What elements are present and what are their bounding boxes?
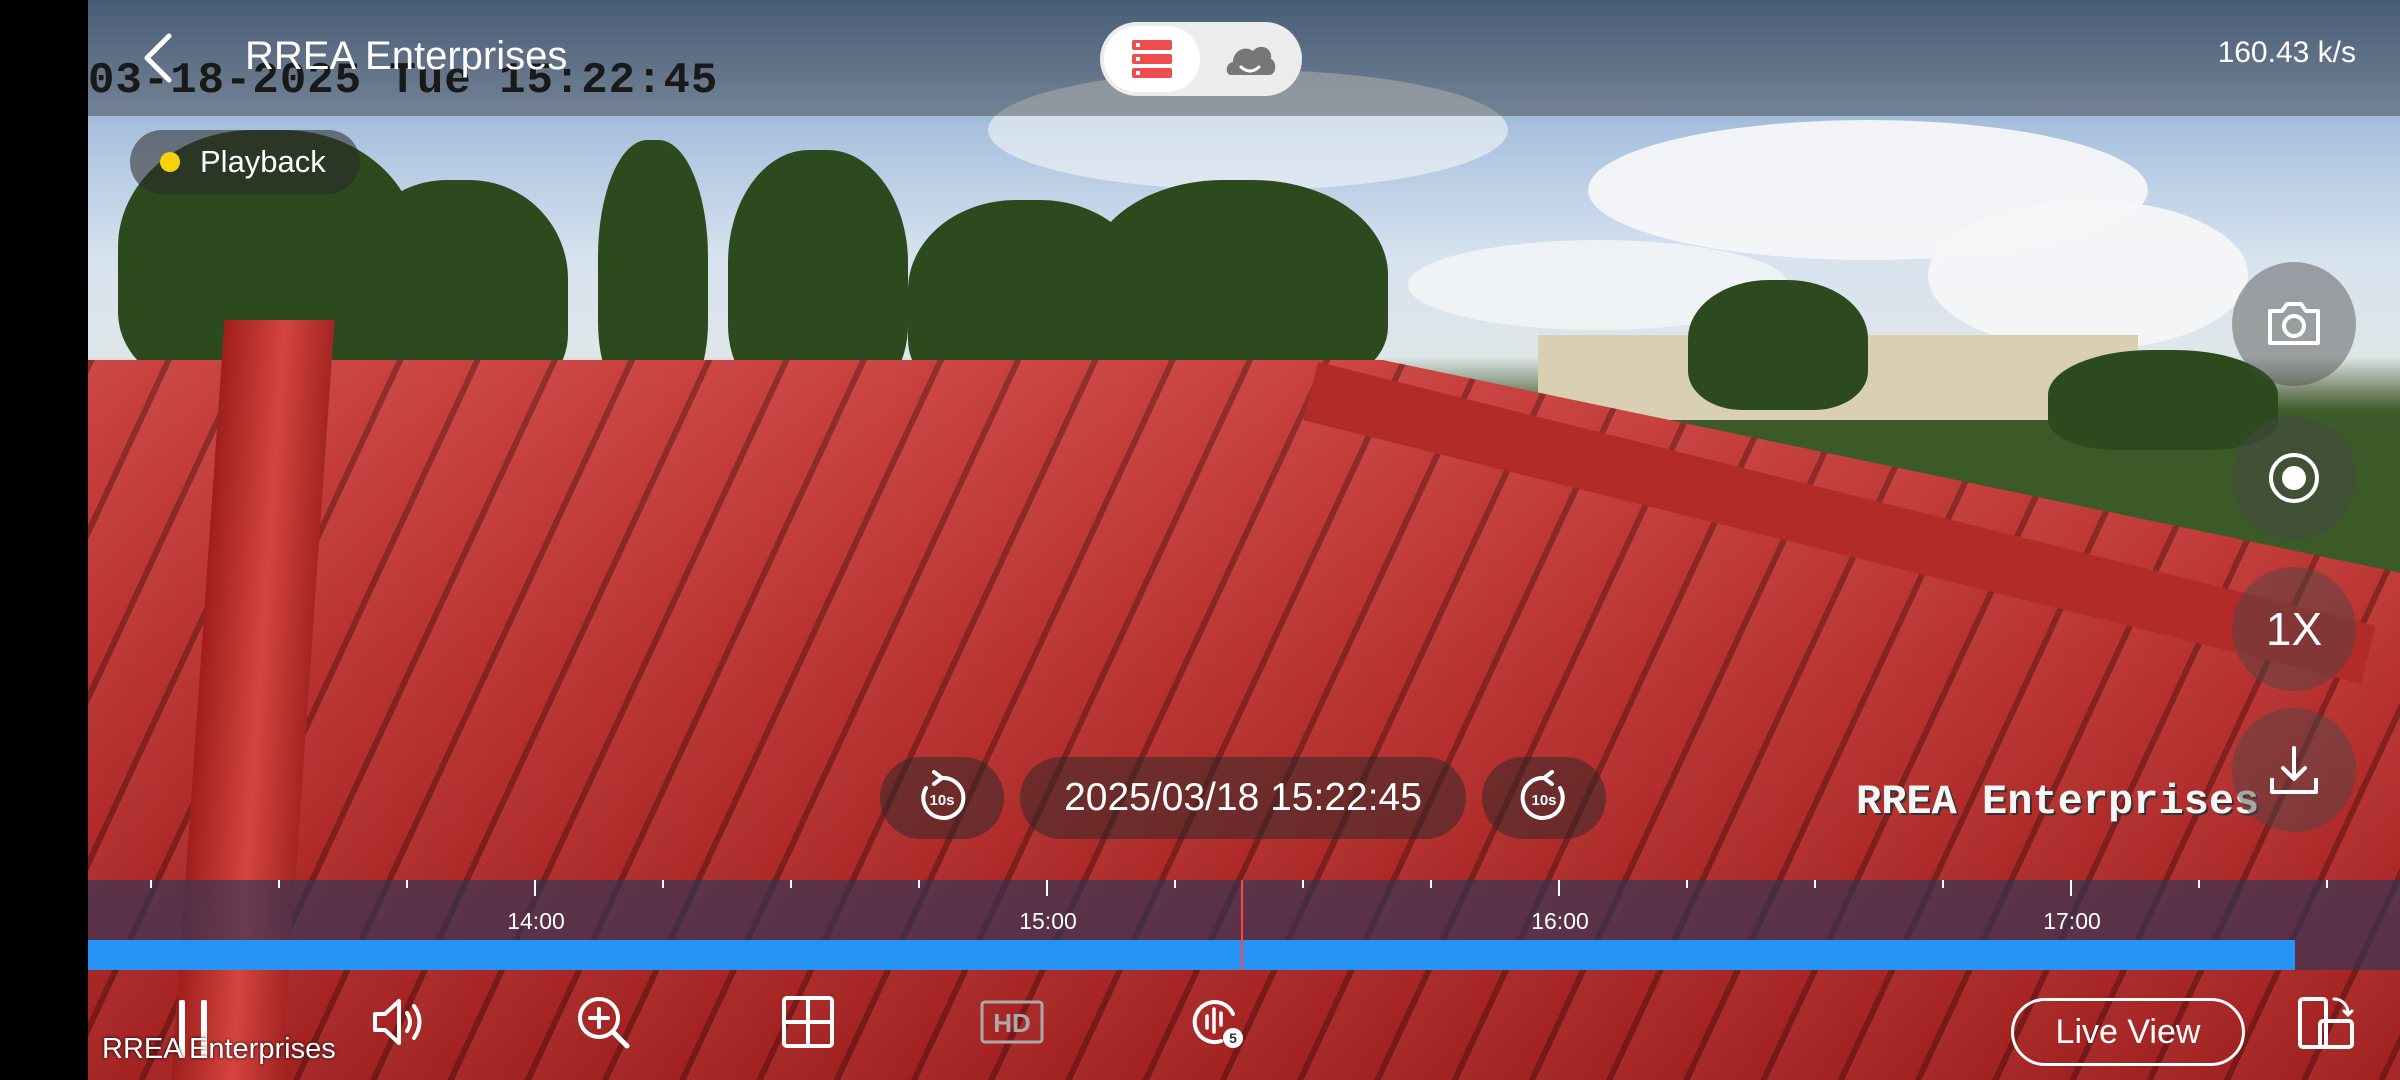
download-button[interactable]: [2232, 708, 2356, 832]
timeline-tick: [1174, 880, 1176, 888]
timeline-tick: [2326, 880, 2328, 888]
transfer-speed: 160.43 k/s: [2217, 36, 2356, 69]
timeline-label: 17:00: [2043, 908, 2101, 934]
current-time-text: 2025/03/18 15:22:45: [1064, 776, 1422, 819]
multi-view-button[interactable]: [773, 987, 843, 1057]
timeline-tick: [150, 880, 152, 888]
screen-rotate-icon: [2298, 997, 2354, 1049]
download-icon: [2270, 746, 2318, 794]
rewind-label: 10s: [929, 792, 954, 809]
timeline-tick: [406, 880, 408, 888]
timeline-label: 16:00: [1531, 908, 1589, 934]
playback-status-badge: Playback: [130, 130, 360, 194]
zoom-button[interactable]: [568, 987, 638, 1057]
timeline-tick-major: [2070, 880, 2072, 896]
timeline-tick: [1430, 880, 1432, 888]
timeline-tick: [1814, 880, 1816, 888]
rotate-screen-button[interactable]: [2290, 987, 2360, 1057]
playback-label: Playback: [200, 144, 326, 179]
record-button[interactable]: [2232, 416, 2356, 540]
page-title: RREA Enterprises: [245, 34, 568, 78]
rewind-10s-button[interactable]: 10s: [880, 757, 1004, 839]
chevron-left-icon: [144, 33, 172, 83]
video-watermark: RREA Enterprises: [1856, 778, 2260, 826]
timeline-tick-major: [1046, 880, 1048, 896]
playback-speed-button[interactable]: 1X: [2232, 567, 2356, 691]
timeline-tick: [1942, 880, 1944, 888]
speaker-icon: [373, 999, 422, 1045]
intercom-button[interactable]: 5: [1182, 987, 1252, 1057]
forward-label: 10s: [1531, 792, 1556, 809]
local-storage-tab[interactable]: [1104, 26, 1200, 92]
timeline-tick: [1686, 880, 1688, 888]
speaker-level: 5: [1229, 1030, 1237, 1046]
rewind-icon: 10s: [921, 770, 966, 820]
zoom-in-icon: [578, 997, 630, 1049]
timeline-tick-major: [1558, 880, 1560, 896]
current-time-display: 2025/03/18 15:22:45: [1020, 757, 1466, 839]
snapshot-button[interactable]: [2232, 262, 2356, 386]
timeline-label: 14:00: [507, 908, 565, 934]
playhead-cursor[interactable]: [1241, 880, 1243, 970]
hd-icon: HD: [980, 1000, 1044, 1044]
live-view-label: Live View: [2055, 1012, 2201, 1051]
timeline-tick: [278, 880, 280, 888]
cloud-storage-tab[interactable]: [1202, 26, 1298, 92]
live-view-button[interactable]: Live View: [2011, 998, 2245, 1066]
timeline-tick: [1302, 880, 1304, 888]
camera-icon: [2268, 302, 2320, 345]
device-name: RREA Enterprises: [102, 1033, 336, 1065]
quality-label: HD: [993, 1008, 1031, 1038]
timeline-tick: [2198, 880, 2200, 888]
status-dot: [160, 152, 180, 172]
playback-speed-label: 1X: [2265, 603, 2323, 655]
voice-intercom-icon: 5: [1192, 1000, 1243, 1048]
record-icon: [2269, 453, 2319, 503]
timeline-tick: [918, 880, 920, 888]
timeline-tick: [790, 880, 792, 888]
forward-10s-button[interactable]: 10s: [1482, 757, 1606, 839]
back-button[interactable]: [135, 30, 183, 86]
local-storage-icon: [1132, 40, 1172, 78]
quality-button[interactable]: HD: [977, 987, 1047, 1057]
audio-button[interactable]: [364, 987, 434, 1057]
timeline-tick-major: [534, 880, 536, 896]
timeline-label: 15:00: [1019, 908, 1077, 934]
fast-forward-icon: 10s: [1520, 770, 1565, 820]
cloud-storage-icon: [1226, 46, 1276, 75]
recording-segment[interactable]: [88, 940, 2295, 970]
storage-source-toggle: [1100, 22, 1302, 96]
timeline-tick: [662, 880, 664, 888]
grid-icon: [782, 996, 834, 1048]
